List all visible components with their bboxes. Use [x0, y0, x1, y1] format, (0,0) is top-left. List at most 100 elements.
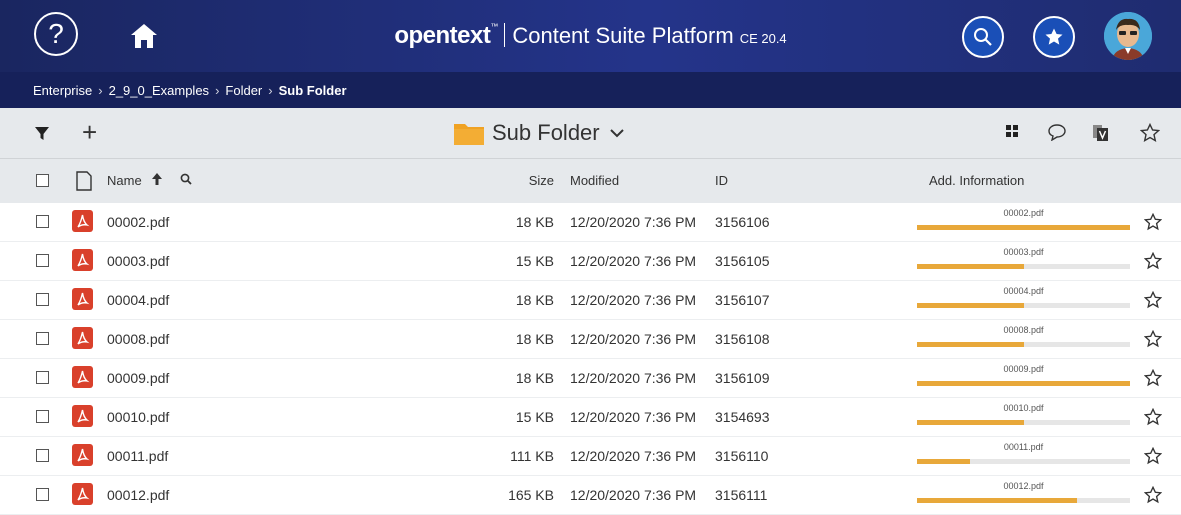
table-row[interactable]: 00009.pdf 18 KB 12/20/2020 7:36 PM 3156109 0…: [0, 359, 1181, 398]
pdf-icon: [72, 210, 93, 232]
table-row[interactable]: 00010.pdf 15 KB 12/20/2020 7:36 PM 3154693 0…: [0, 398, 1181, 437]
add-info: 00003.pdf: [917, 247, 1130, 269]
table-row[interactable]: 00012.pdf 165 KB 12/20/2020 7:36 PM 3156111…: [0, 476, 1181, 515]
favorite-star-icon[interactable]: [1143, 446, 1163, 468]
comment-icon[interactable]: [1047, 123, 1067, 146]
column-search-icon[interactable]: [180, 173, 192, 188]
file-name-link[interactable]: 00003.pdf: [107, 253, 169, 269]
file-modified: 12/20/2020 7:36 PM: [570, 370, 697, 386]
row-checkbox[interactable]: [36, 215, 49, 228]
breadcrumb-item-folder[interactable]: Folder: [225, 83, 262, 98]
row-checkbox[interactable]: [36, 332, 49, 345]
pdf-icon: [72, 288, 93, 310]
file-name-link[interactable]: 00012.pdf: [107, 487, 169, 503]
favorites-button[interactable]: [1033, 16, 1075, 58]
progress-track: [917, 498, 1130, 503]
breadcrumb-item-enterprise[interactable]: Enterprise: [33, 83, 92, 98]
progress-track: [917, 459, 1130, 464]
search-button[interactable]: [962, 16, 1004, 58]
file-modified: 12/20/2020 7:36 PM: [570, 331, 697, 347]
star-icon: [1045, 28, 1063, 45]
add-icon[interactable]: +: [82, 119, 97, 145]
version-icon[interactable]: [1091, 123, 1111, 148]
breadcrumb-item-current: Sub Folder: [278, 82, 347, 98]
pdf-icon: [72, 405, 93, 427]
file-id: 3156105: [715, 253, 770, 269]
table-row[interactable]: 00002.pdf 18 KB 12/20/2020 7:36 PM 3156106 0…: [0, 203, 1181, 242]
app-header: ? opentext™ Content Suite Platform CE 20.4: [0, 0, 1181, 72]
folder-title: Sub Folder: [492, 120, 600, 145]
add-info: 00002.pdf: [917, 208, 1130, 230]
folder-icon: [454, 124, 484, 145]
avatar[interactable]: [1104, 12, 1152, 60]
progress-fill: [917, 303, 1024, 308]
file-size: 111 KB: [510, 448, 554, 464]
table-row[interactable]: 00008.pdf 18 KB 12/20/2020 7:36 PM 3156108 0…: [0, 320, 1181, 359]
column-header-size[interactable]: Size: [470, 173, 554, 188]
star-icon[interactable]: [1139, 122, 1161, 148]
favorite-star-icon[interactable]: [1143, 290, 1163, 312]
add-info: 00008.pdf: [917, 325, 1130, 347]
select-all-checkbox[interactable]: [36, 174, 49, 187]
search-icon: [974, 28, 992, 46]
file-name-link[interactable]: 00011.pdf: [107, 448, 168, 464]
file-id: 3156108: [715, 331, 770, 347]
file-size: 18 KB: [515, 214, 554, 230]
favorite-star-icon[interactable]: [1143, 407, 1163, 429]
favorite-star-icon[interactable]: [1143, 485, 1163, 507]
add-info: 00011.pdf: [917, 442, 1130, 464]
progress-fill: [917, 498, 1077, 503]
file-size: 15 KB: [515, 409, 554, 425]
grid-view-icon[interactable]: [1004, 123, 1020, 144]
row-checkbox[interactable]: [36, 254, 49, 267]
table-row[interactable]: 00003.pdf 15 KB 12/20/2020 7:36 PM 3156105 0…: [0, 242, 1181, 281]
progress-track: [917, 225, 1130, 230]
row-checkbox[interactable]: [36, 488, 49, 501]
add-info: 00009.pdf: [917, 364, 1130, 386]
add-info-label: 00004.pdf: [1003, 286, 1044, 296]
file-name-link[interactable]: 00004.pdf: [107, 292, 169, 308]
add-info: 00010.pdf: [917, 403, 1130, 425]
column-header-name[interactable]: Name: [107, 173, 142, 188]
sort-ascending-icon[interactable]: [151, 172, 163, 189]
favorite-star-icon[interactable]: [1143, 368, 1163, 390]
progress-fill: [917, 381, 1130, 386]
pdf-icon: [72, 327, 93, 349]
pdf-icon: [72, 249, 93, 271]
breadcrumb-item-examples[interactable]: 2_9_0_Examples: [109, 83, 209, 98]
folder-title-dropdown[interactable]: Sub Folder: [454, 120, 624, 146]
file-name-link[interactable]: 00002.pdf: [107, 214, 169, 230]
favorite-star-icon[interactable]: [1143, 212, 1163, 234]
progress-track: [917, 420, 1130, 425]
breadcrumb-separator: ›: [215, 82, 220, 98]
breadcrumb: Enterprise › 2_9_0_Examples › Folder › S…: [0, 72, 1181, 108]
file-name-link[interactable]: 00010.pdf: [107, 409, 169, 425]
filter-icon[interactable]: [34, 125, 50, 146]
add-info-label: 00009.pdf: [1003, 364, 1044, 374]
column-header-id[interactable]: ID: [715, 173, 728, 188]
row-checkbox[interactable]: [36, 293, 49, 306]
favorite-star-icon[interactable]: [1143, 251, 1163, 273]
file-name-link[interactable]: 00009.pdf: [107, 370, 169, 386]
document-type-icon: [76, 171, 92, 194]
progress-track: [917, 303, 1130, 308]
product-version: CE 20.4: [739, 31, 787, 46]
opentext-logo: opentext: [394, 22, 491, 49]
row-checkbox[interactable]: [36, 410, 49, 423]
table-row[interactable]: 00011.pdf 111 KB 12/20/2020 7:36 PM 3156110…: [0, 437, 1181, 476]
chevron-down-icon: [609, 129, 624, 138]
file-modified: 12/20/2020 7:36 PM: [570, 409, 697, 425]
row-checkbox[interactable]: [36, 449, 49, 462]
progress-fill: [917, 342, 1024, 347]
row-checkbox[interactable]: [36, 371, 49, 384]
file-id: 3156110: [715, 448, 769, 464]
favorite-star-icon[interactable]: [1143, 329, 1163, 351]
file-name-link[interactable]: 00008.pdf: [107, 331, 169, 347]
table-row[interactable]: 00004.pdf 18 KB 12/20/2020 7:36 PM 3156107 0…: [0, 281, 1181, 320]
column-header-modified[interactable]: Modified: [570, 173, 619, 188]
pdf-icon: [72, 366, 93, 388]
add-info: 00012.pdf: [917, 481, 1130, 503]
file-modified: 12/20/2020 7:36 PM: [570, 214, 697, 230]
table-header: Name Size Modified ID Add. Information: [0, 159, 1181, 203]
file-modified: 12/20/2020 7:36 PM: [570, 253, 697, 269]
